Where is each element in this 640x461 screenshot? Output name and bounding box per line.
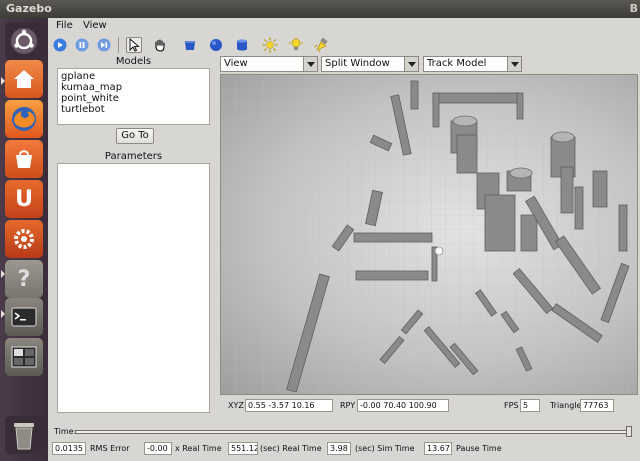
home-folder-icon[interactable]	[5, 60, 43, 98]
parameters-label: Parameters	[104, 151, 163, 162]
wall	[618, 204, 628, 252]
rpy-label: RPY	[340, 401, 356, 410]
parameters-panel[interactable]	[57, 163, 210, 413]
software-center-icon[interactable]	[5, 140, 43, 178]
window-title-corner: B	[629, 2, 638, 15]
view-select-value: View	[224, 58, 248, 69]
rms-error-field: 0.0135	[52, 442, 86, 455]
models-list[interactable]: gplane kumaa_map point_white turtlebot	[57, 68, 210, 125]
track-model-select[interactable]: Track Model	[423, 56, 522, 72]
list-item[interactable]: kumaa_map	[61, 82, 206, 93]
split-window-value: Split Window	[325, 58, 390, 69]
status-bar: 0.0135 RMS Error -0.00 x Real Time 551.1…	[48, 441, 640, 457]
real-time-label: (sec) Real Time	[260, 444, 322, 453]
firefox-icon[interactable]	[5, 100, 43, 138]
terminal-icon[interactable]	[5, 298, 43, 336]
wall	[410, 80, 419, 110]
wall	[432, 92, 522, 104]
cylinder-top	[551, 131, 575, 143]
menu-file[interactable]: File	[56, 20, 73, 31]
fps-field: 5	[520, 399, 540, 412]
sun-light-icon[interactable]	[262, 37, 278, 53]
rpy-field: -0.00 70.40 100.90	[357, 399, 449, 412]
triangles-field: 77763	[580, 399, 614, 412]
spot-light-icon[interactable]	[314, 37, 330, 53]
wall	[353, 232, 433, 243]
chevron-down-icon[interactable]	[507, 57, 521, 71]
cylinder-top	[509, 167, 533, 179]
wall	[592, 170, 608, 208]
xyz-field: 0.55 -3.57 10.16	[245, 399, 333, 412]
step-icon[interactable]	[96, 37, 112, 53]
split-window-select[interactable]: Split Window	[321, 56, 419, 72]
turtlebot-model[interactable]	[434, 246, 444, 256]
wall	[355, 270, 429, 281]
help-icon[interactable]: ?	[5, 260, 43, 298]
unity-launcher: U ?	[0, 18, 48, 461]
gazebo-window: File View Models gplane kumaa_map point_…	[48, 18, 640, 461]
viewport-stats: XYZ 0.55 -3.57 10.16 RPY -0.00 70.40 100…	[220, 398, 638, 414]
chevron-down-icon[interactable]	[404, 57, 418, 71]
wall	[574, 186, 584, 230]
ubuntu-one-icon[interactable]: U	[5, 180, 43, 218]
hand-icon[interactable]	[152, 37, 168, 53]
x-real-time-label: x Real Time	[175, 444, 222, 453]
track-model-value: Track Model	[427, 58, 487, 69]
fps-label: FPS	[504, 401, 519, 410]
play-icon[interactable]	[52, 37, 68, 53]
arrow-icon[interactable]	[126, 37, 142, 53]
list-item[interactable]: turtlebot	[61, 104, 206, 115]
rms-error-label: RMS Error	[90, 444, 130, 453]
cylinder-top	[452, 115, 478, 127]
bulb-light-icon[interactable]	[288, 37, 304, 53]
real-time-field: 551.12	[228, 442, 258, 455]
trash-icon[interactable]	[5, 416, 43, 454]
workspace-switcher-icon[interactable]	[5, 338, 43, 376]
pause-time-field: 13.67	[424, 442, 452, 455]
sim-time-label: (sec) Sim Time	[355, 444, 415, 453]
system-settings-icon[interactable]	[5, 220, 43, 258]
view-select[interactable]: View	[220, 56, 318, 72]
box-icon[interactable]	[182, 37, 198, 53]
time-slider-handle[interactable]	[626, 426, 632, 437]
3d-viewport[interactable]	[220, 74, 638, 395]
sphere-icon[interactable]	[208, 37, 224, 53]
models-label: Models	[115, 56, 152, 67]
wall	[432, 92, 440, 128]
ubuntu-logo-icon[interactable]	[5, 22, 43, 60]
wall	[560, 166, 574, 214]
toolbar-separator	[118, 37, 119, 53]
list-item[interactable]: point_white	[61, 93, 206, 104]
menu-view[interactable]: View	[83, 20, 107, 31]
wall	[516, 92, 524, 120]
x-real-time-field: -0.00	[144, 442, 172, 455]
time-label: Time:	[54, 427, 77, 436]
wall	[484, 194, 516, 252]
pause-time-label: Pause Time	[456, 444, 502, 453]
xyz-label: XYZ	[228, 401, 244, 410]
toolbar	[48, 34, 640, 56]
window-titlebar: Gazebo B	[0, 0, 640, 18]
time-bar: Time:	[48, 424, 640, 440]
pause-icon[interactable]	[74, 37, 90, 53]
wall	[520, 214, 538, 252]
chevron-down-icon[interactable]	[303, 57, 317, 71]
sim-time-field: 3.98	[327, 442, 351, 455]
menu-bar: File View	[48, 18, 640, 34]
scene-render	[221, 75, 637, 394]
window-title: Gazebo	[6, 2, 52, 15]
list-item[interactable]: gplane	[61, 71, 206, 82]
time-slider-track[interactable]	[75, 430, 630, 434]
wall	[456, 134, 478, 174]
cylinder-icon[interactable]	[234, 37, 250, 53]
goto-button[interactable]: Go To	[116, 128, 154, 144]
